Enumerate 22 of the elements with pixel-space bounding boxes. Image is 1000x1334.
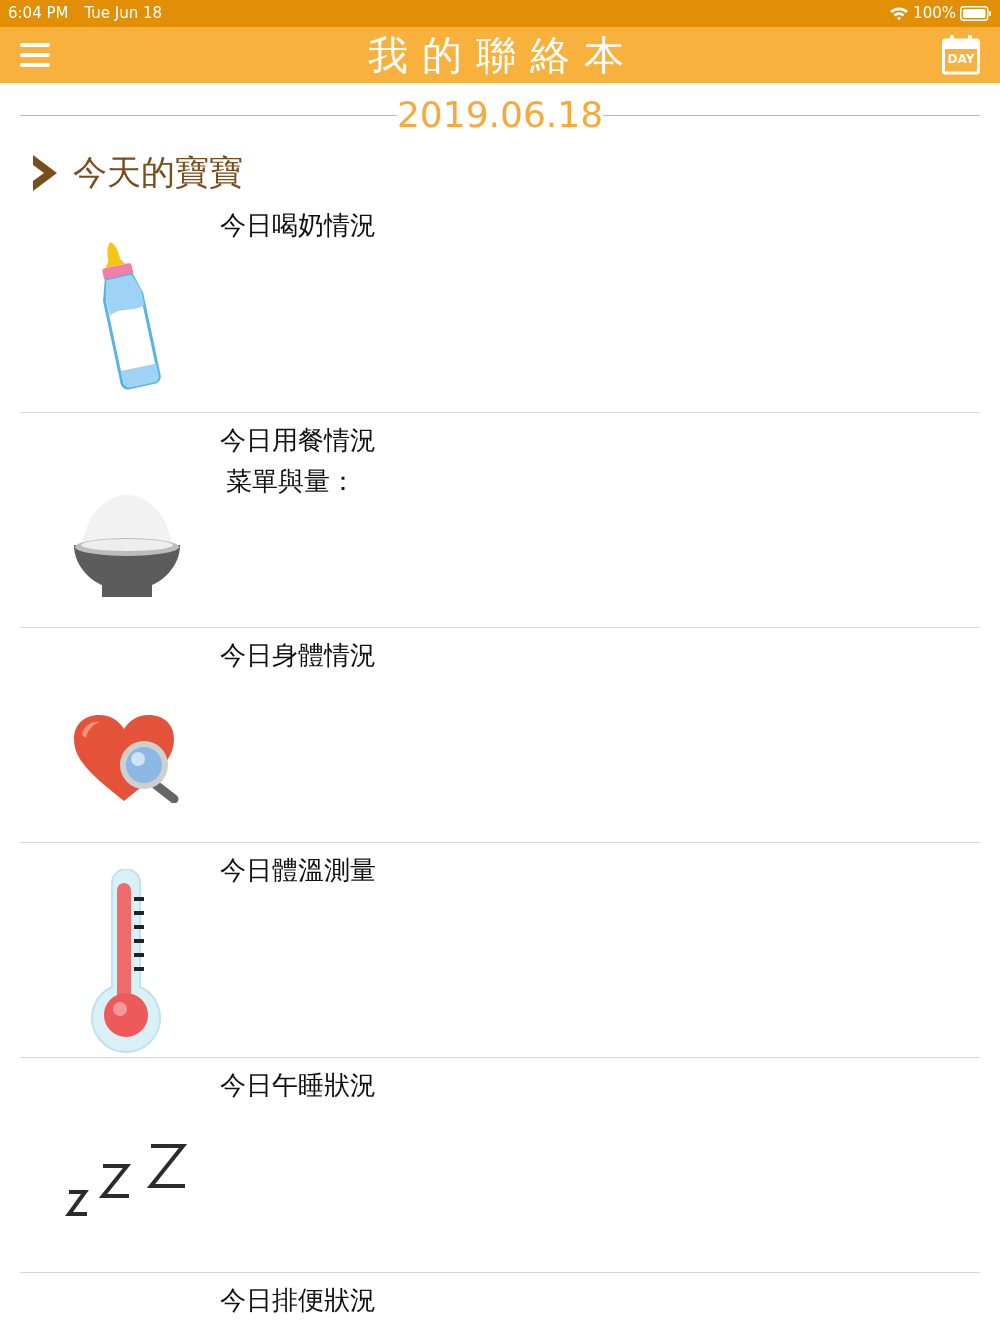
entry-title: 今日體溫測量 (220, 855, 376, 887)
menu-icon[interactable] (20, 42, 50, 68)
date-label: 2019.06.18 (396, 97, 604, 133)
status-date: Tue Jun 18 (84, 3, 163, 25)
wifi-icon (889, 6, 910, 21)
thermometer-icon (90, 869, 162, 1053)
heart-magnifier-icon (74, 715, 180, 803)
entry-title: 今日用餐情況 (220, 425, 376, 457)
battery-icon (960, 6, 992, 21)
entry-label: 菜單與量： (225, 466, 357, 498)
calendar-button[interactable]: DAY (942, 35, 980, 75)
section-title: 今天的寶寶 (73, 151, 243, 194)
entry-title: 今日身體情況 (220, 640, 376, 672)
sleep-icon (65, 1142, 189, 1218)
rice-bowl-icon (74, 493, 180, 597)
battery-level: 100% (913, 3, 956, 25)
chevron-icon (33, 154, 57, 191)
app-title: 我的聯絡本 (368, 35, 638, 75)
entry-title: 今日午睡狀況 (220, 1070, 376, 1102)
status-time: 6:04 PM (8, 3, 69, 25)
entry-title: 今日排便狀況 (220, 1285, 376, 1317)
entry-title: 今日喝奶情況 (220, 210, 376, 242)
